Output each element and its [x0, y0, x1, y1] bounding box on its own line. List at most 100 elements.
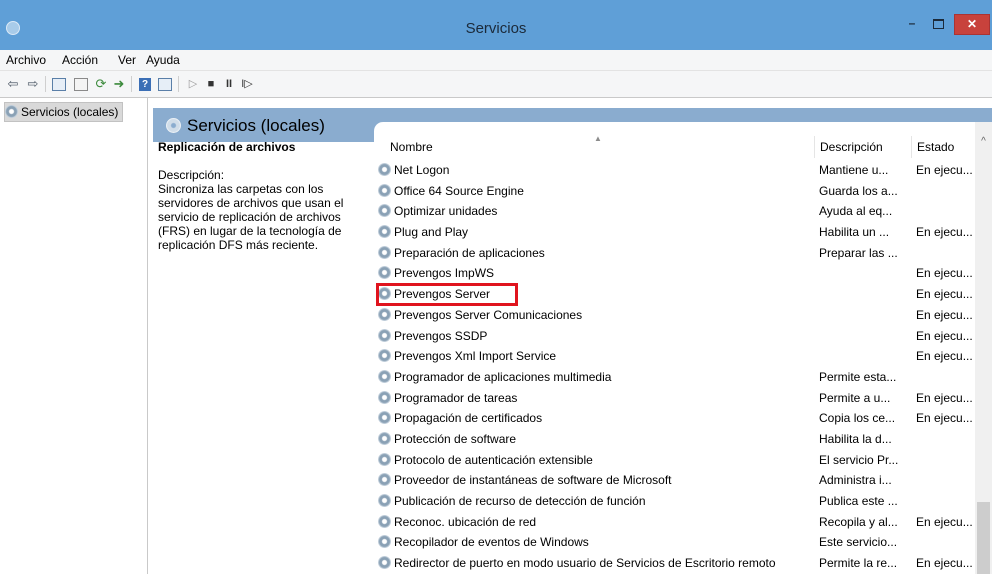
table-row[interactable]: Prevengos Server Comunicaciones En ejecu.…: [378, 305, 978, 326]
menu-accion[interactable]: Acción: [62, 53, 98, 67]
table-row[interactable]: Redirector de puerto en modo usuario de …: [378, 553, 978, 574]
gear-icon: [378, 411, 391, 425]
service-name-cell: Propagación de certificados: [378, 408, 818, 428]
table-row[interactable]: Preparación de aplicaciones Preparar las …: [378, 243, 978, 264]
column-header-state[interactable]: Estado: [917, 136, 954, 158]
detail-service-name: Replicación de archivos: [158, 140, 296, 154]
table-row[interactable]: Proveedor de instantáneas de software de…: [378, 470, 978, 491]
close-button[interactable]: ✕: [954, 14, 990, 35]
gear-icon: [166, 118, 181, 133]
gear-icon: [378, 163, 391, 176]
menu-bar: Archivo Acción Ver Ayuda: [0, 50, 992, 71]
service-name-cell: Recopilador de eventos de Windows: [378, 532, 818, 552]
scroll-up-icon[interactable]: ^: [975, 136, 992, 150]
table-row[interactable]: Propagación de certificados Copia los ce.…: [378, 408, 978, 429]
table-row[interactable]: Reconoc. ubicación de red Recopila y al..…: [378, 512, 978, 533]
gear-icon: [378, 473, 391, 487]
table-row[interactable]: Prevengos SSDP En ejecu...: [378, 326, 978, 347]
column-divider[interactable]: [814, 136, 815, 158]
table-row[interactable]: Prevengos Xml Import Service En ejecu...: [378, 346, 978, 367]
menu-archivo[interactable]: Archivo: [6, 53, 46, 67]
service-name-cell: Preparación de aplicaciones: [378, 243, 818, 263]
export-list-icon[interactable]: ➜: [110, 75, 128, 93]
service-state: En ejecu...: [916, 411, 973, 426]
gear-icon: [378, 204, 391, 218]
service-description: Permite la re...: [819, 556, 898, 571]
table-row[interactable]: Prevengos ImpWS En ejecu...: [378, 263, 978, 284]
window-title: Servicios: [465, 20, 527, 37]
table-row[interactable]: Prevengos Server En ejecu...: [378, 284, 978, 305]
service-name: Propagación de certificados: [394, 411, 543, 426]
restart-icon[interactable]: I▷: [238, 75, 256, 93]
stop-icon[interactable]: ■: [202, 75, 220, 93]
forward-arrow-icon[interactable]: ⇨: [24, 75, 42, 93]
console-tree-pane: Servicios (locales): [0, 98, 148, 574]
back-arrow-icon[interactable]: ⇦: [4, 75, 22, 93]
vertical-scrollbar[interactable]: ^: [975, 122, 992, 574]
toolbar-separator: [178, 76, 179, 92]
help-icon[interactable]: ?: [136, 75, 154, 93]
service-name-cell: Net Logon: [378, 160, 818, 180]
maximize-button[interactable]: [926, 14, 950, 33]
service-state: En ejecu...: [916, 349, 973, 364]
sort-ascending-icon: ▲: [594, 134, 602, 143]
minimize-button[interactable]: –: [900, 14, 924, 33]
properties-icon[interactable]: [72, 75, 90, 93]
table-row[interactable]: Optimizar unidades Ayuda al eq...: [378, 201, 978, 222]
toolbar-separator: [131, 76, 132, 92]
column-header-description[interactable]: Descripción: [820, 136, 883, 158]
table-row[interactable]: Plug and Play Habilita un ... En ejecu...: [378, 222, 978, 243]
column-divider[interactable]: [911, 136, 912, 158]
play-icon[interactable]: ▷: [184, 75, 202, 93]
menu-ver[interactable]: Ver: [118, 53, 136, 67]
scroll-thumb[interactable]: [977, 502, 990, 574]
service-name-cell: Proveedor de instantáneas de software de…: [378, 470, 818, 490]
table-row[interactable]: Net Logon Mantiene u... En ejecu...: [378, 160, 978, 181]
service-state: En ejecu...: [916, 287, 973, 302]
column-header-name[interactable]: Nombre: [390, 136, 433, 158]
service-state: En ejecu...: [916, 163, 973, 177]
gear-icon: [378, 245, 391, 259]
table-row[interactable]: Protección de software Habilita la d...: [378, 429, 978, 450]
service-name: Prevengos Xml Import Service: [394, 349, 557, 364]
toolbar-separator: [45, 76, 46, 92]
service-name: Recopilador de eventos de Windows: [394, 535, 589, 550]
service-name: Prevengos Server Comunicaciones: [394, 307, 583, 322]
service-description: Mantiene u...: [819, 163, 889, 177]
menu-ayuda[interactable]: Ayuda: [146, 53, 180, 67]
table-row[interactable]: Protocolo de autenticación extensible El …: [378, 450, 978, 471]
pause-icon[interactable]: II: [220, 75, 238, 93]
gear-icon: [378, 556, 391, 570]
table-row[interactable]: Programador de tareas Permite a u... En ej…: [378, 388, 978, 409]
service-name: Protección de software: [394, 431, 517, 446]
service-name: Net Logon: [394, 163, 450, 177]
service-description: Ayuda al eq...: [819, 204, 893, 219]
service-state: En ejecu...: [916, 556, 973, 571]
gear-icon: [378, 266, 391, 280]
gear-icon: [378, 307, 391, 321]
service-name-cell: Programador de aplicaciones multimedia: [378, 367, 818, 387]
gear-icon: [378, 183, 391, 197]
title-bar: Servicios – ✕: [0, 0, 992, 50]
service-state: En ejecu...: [916, 328, 973, 343]
service-description: Permite esta...: [819, 369, 897, 384]
service-name-cell: Publicación de recurso de detección de f…: [378, 491, 818, 511]
table-row[interactable]: Office 64 Source Engine Guarda los a...: [378, 181, 978, 202]
service-name: Plug and Play: [394, 225, 469, 240]
service-description: Habilita un ...: [819, 225, 890, 240]
service-name-cell: Prevengos SSDP: [378, 326, 818, 346]
tree-item-servicios-locales[interactable]: Servicios (locales): [4, 102, 124, 122]
table-row[interactable]: Programador de aplicaciones multimedia Pe…: [378, 367, 978, 388]
service-name-cell: Office 64 Source Engine: [378, 181, 818, 201]
table-row[interactable]: Recopilador de eventos de Windows Este se…: [378, 532, 978, 553]
console-tree-icon[interactable]: [50, 75, 68, 93]
service-name-cell: Plug and Play: [378, 222, 818, 242]
refresh-icon[interactable]: ⟳: [92, 75, 110, 93]
pane-title: Servicios (locales): [166, 116, 325, 136]
service-name: Office 64 Source Engine: [394, 183, 524, 198]
gear-icon: [378, 369, 391, 383]
service-name: Publicación de recurso de detección de f…: [394, 494, 646, 508]
gear-icon: [378, 287, 391, 301]
table-row[interactable]: Publicación de recurso de detección de f…: [378, 491, 978, 512]
show-pane-icon[interactable]: [156, 75, 174, 93]
